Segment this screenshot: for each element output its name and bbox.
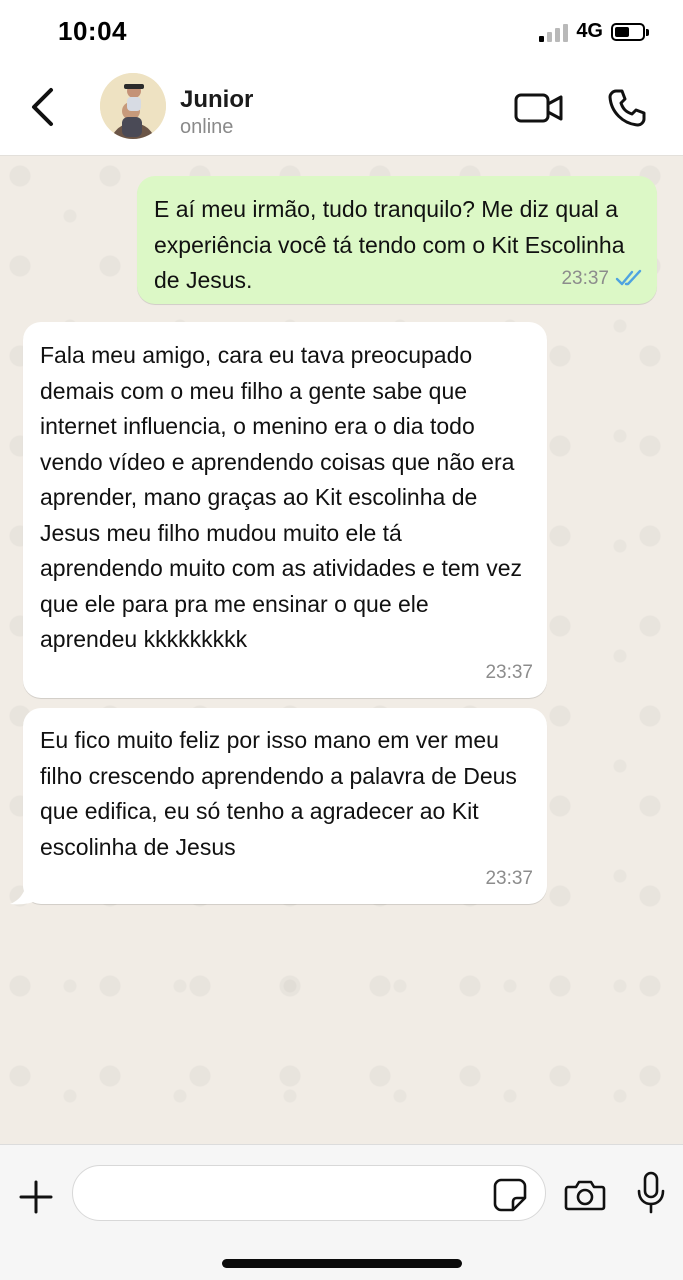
chat-area[interactable]: E aí meu irmão, tudo tranquilo? Me diz q… xyxy=(0,156,683,1144)
phone-icon xyxy=(608,89,646,127)
chevron-left-icon xyxy=(32,88,53,126)
microphone-button[interactable] xyxy=(632,1169,670,1217)
camera-button[interactable] xyxy=(562,1175,608,1215)
avatar[interactable] xyxy=(100,73,166,139)
double-check-icon xyxy=(615,270,642,286)
signal-icon xyxy=(539,22,569,42)
message-text: Eu fico muito feliz por isso mano em ver… xyxy=(40,727,517,860)
battery-level xyxy=(615,26,630,37)
status-indicators: 4G xyxy=(539,20,649,43)
network-type: 4G xyxy=(576,20,603,42)
contact-name[interactable]: Junior xyxy=(180,86,253,114)
home-indicator xyxy=(222,1259,462,1268)
avatar-photo xyxy=(100,73,166,139)
sticker-button[interactable] xyxy=(490,1175,530,1215)
camera-icon xyxy=(564,1180,606,1211)
status-time: 10:04 xyxy=(58,16,127,46)
video-call-button[interactable] xyxy=(512,88,566,128)
plus-icon xyxy=(19,1180,53,1214)
composer-bar xyxy=(0,1144,683,1280)
battery-icon xyxy=(611,22,649,41)
message-text: Fala meu amigo, cara eu tava preocupado … xyxy=(40,342,522,652)
attach-button[interactable] xyxy=(14,1175,58,1219)
back-button[interactable] xyxy=(22,84,62,130)
message-meta: 23:37 xyxy=(485,861,533,897)
microphone-icon xyxy=(637,1171,665,1214)
message-bubble-outgoing[interactable]: E aí meu irmão, tudo tranquilo? Me diz q… xyxy=(137,176,657,304)
video-camera-icon xyxy=(514,93,563,123)
message-input[interactable] xyxy=(72,1165,546,1221)
status-bar: 10:04 4G xyxy=(0,0,683,64)
sticker-icon xyxy=(493,1178,527,1212)
message-time: 23:37 xyxy=(485,661,533,683)
chat-header: Junior online xyxy=(0,64,683,156)
bubble-tail xyxy=(10,880,38,905)
contact-status: online xyxy=(180,116,234,138)
message-meta: 23:37 xyxy=(485,655,533,691)
message-bubble-incoming[interactable]: Eu fico muito feliz por isso mano em ver… xyxy=(23,708,547,904)
message-time: 23:37 xyxy=(485,867,533,889)
voice-call-button[interactable] xyxy=(602,86,652,130)
message-time: 23:37 xyxy=(561,267,609,289)
message-bubble-incoming[interactable]: Fala meu amigo, cara eu tava preocupado … xyxy=(23,322,547,698)
message-meta: 23:37 xyxy=(561,261,643,297)
